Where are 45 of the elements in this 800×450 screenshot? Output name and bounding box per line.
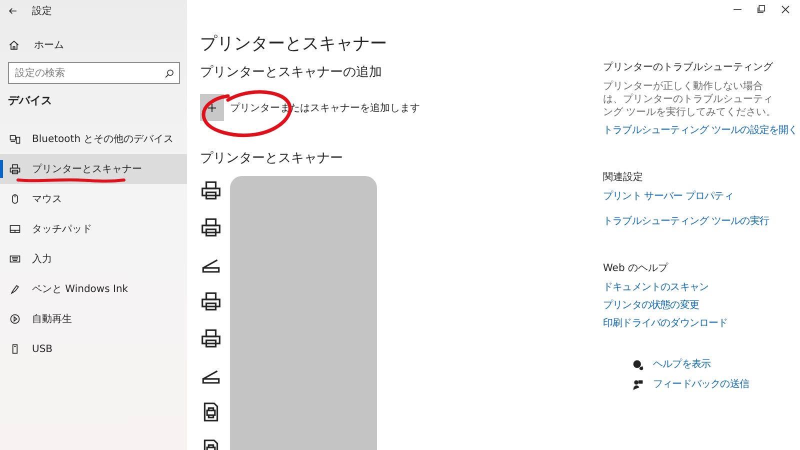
speech-bubble-icon[interactable] (632, 358, 644, 370)
help-link[interactable]: プリンタの状態の変更 (603, 299, 800, 312)
devices-icon (9, 133, 21, 145)
page-title: プリンターとスキャナー (200, 34, 388, 54)
help-text: プリンターが正しく動作しない場合は、プリンターのトラブルシューティング ツールを実行してみてください。 (603, 80, 778, 119)
section-heading: プリンターとスキャナー (200, 150, 344, 168)
search-field[interactable]: 設定の検索 (8, 62, 180, 84)
keyboard-icon (9, 253, 21, 265)
printer-icon (9, 163, 21, 175)
mouse-icon (9, 193, 21, 205)
restore-icon[interactable] (756, 4, 767, 15)
home-link[interactable]: ホーム (0, 30, 187, 60)
help-heading: 関連設定 (603, 171, 644, 185)
help-heading: プリンターのトラブルシューティング (603, 61, 774, 75)
printer-icon[interactable] (200, 178, 222, 200)
help-link[interactable]: トラブルシューティング ツールの実行 (603, 215, 800, 228)
help-heading: Web のヘルプ (603, 262, 670, 276)
nav-item[interactable]: マウス (0, 184, 187, 214)
nav-item[interactable]: 入力 (0, 244, 187, 274)
help-link[interactable]: 印刷ドライバのダウンロード (603, 317, 800, 330)
help-link[interactable]: フィードバックの送信 (653, 378, 750, 391)
nav-item[interactable]: 自動再生 (0, 304, 187, 334)
printer-icon[interactable] (200, 326, 222, 348)
play-circle-icon (9, 313, 21, 325)
home-icon (8, 39, 20, 51)
nav-item[interactable]: USB (0, 334, 187, 364)
touchpad-icon (9, 223, 21, 235)
nav-item[interactable]: タッチパッド (0, 214, 187, 244)
section-heading: デバイス (7, 93, 53, 109)
section-heading: プリンターとスキャナーの追加 (200, 64, 383, 82)
pen-icon (9, 283, 21, 295)
nav-item[interactable]: プリンターとスキャナー (0, 154, 187, 184)
printer-icon[interactable] (200, 216, 222, 238)
close-icon[interactable] (780, 4, 791, 15)
help-link[interactable]: トラブルシューティング ツールの設定を開く (603, 124, 800, 137)
window-title: 設定 (32, 4, 52, 18)
help-link[interactable]: ヘルプを表示 (653, 358, 711, 371)
search-icon (164, 68, 175, 78)
help-link[interactable]: ドキュメントのスキャン (603, 281, 800, 294)
back-arrow-icon[interactable] (7, 5, 19, 17)
nav-item[interactable]: Bluetooth とその他のデバイス (0, 124, 187, 154)
nav-item[interactable]: ペンと Windows Ink (0, 274, 187, 304)
help-link[interactable]: プリント サーバー プロパティ (603, 190, 800, 203)
person-icon[interactable] (632, 378, 644, 390)
printer-icon[interactable] (200, 290, 222, 312)
